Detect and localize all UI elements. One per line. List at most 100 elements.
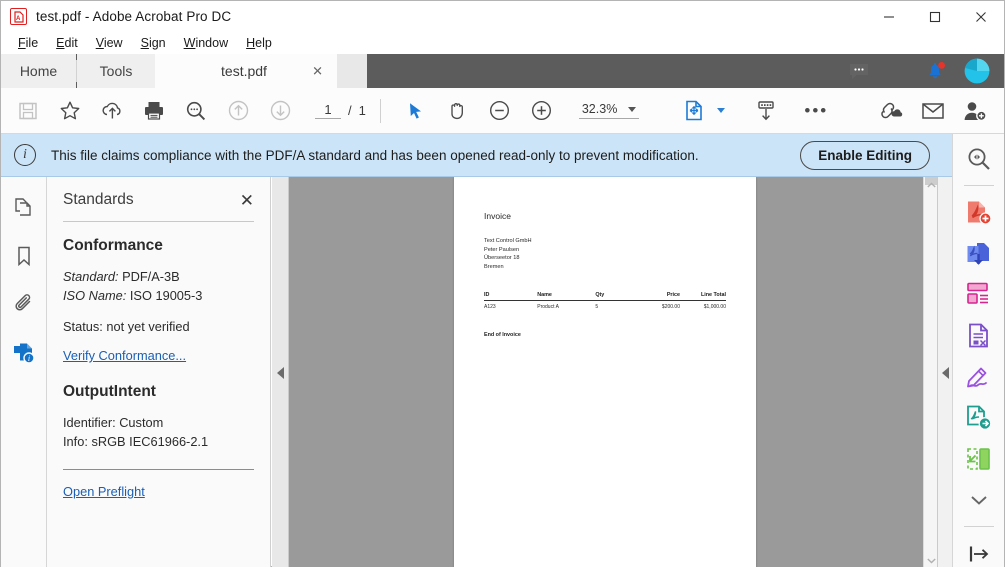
menu-edit[interactable]: Edit [47,34,87,52]
close-icon[interactable]: ✕ [312,65,323,78]
print-icon[interactable] [137,94,171,128]
page-navigation: 1 / 1 [315,102,366,119]
organize-pages-icon[interactable] [962,280,996,309]
page-number-input[interactable]: 1 [315,102,341,119]
prepare-form-icon[interactable] [962,321,996,350]
identifier-row: Identifier: Custom [63,415,164,431]
minimize-button[interactable] [866,1,912,32]
acrobat-window: A test.pdf - Adobe Acrobat Pro DC File E… [0,0,1005,567]
open-preflight-link[interactable]: Open Preflight [63,484,145,499]
scroll-down-icon[interactable] [924,552,938,567]
toolbar-right-group [870,94,1004,128]
compare-files-icon[interactable] [962,444,996,473]
next-page-icon[interactable] [263,94,297,128]
tab-strip: Home Tools test.pdf ✕ [1,54,367,88]
create-pdf-icon[interactable] [962,198,996,227]
table-header-row: ID Name Qty Price Line Total [484,292,726,301]
pdf-document-icon: A [10,8,27,25]
document-scrollbar[interactable] [923,177,937,567]
tab-tools[interactable]: Tools [77,54,155,88]
tab-document[interactable]: test.pdf ✕ [155,54,337,88]
notification-message: This file claims compliance with the PDF… [51,147,699,163]
page-fit-group[interactable] [673,94,726,128]
menu-help[interactable]: Help [237,34,281,52]
page-fit-icon[interactable] [677,94,711,128]
invoice-address: Text Control GmbH Peter Paulsen Überseet… [484,237,726,272]
notifications-bell-icon[interactable] [926,61,946,82]
cloud-upload-icon[interactable] [95,94,129,128]
address-line: Text Control GmbH [484,238,532,244]
svg-text:A: A [16,16,21,22]
star-icon[interactable] [53,94,87,128]
comment-icon[interactable] [849,62,869,80]
chevron-down-icon[interactable] [717,108,726,113]
help-icon[interactable]: ? [887,61,908,82]
collapse-panel-icon[interactable] [962,539,996,567]
window-title: test.pdf - Adobe Acrobat Pro DC [36,9,232,24]
iso-name-label: ISO Name: [63,287,127,303]
send-for-signature-icon[interactable] [962,403,996,432]
cell-id: A123 [484,303,496,310]
standard-value: PDF/A-3B [122,269,180,284]
save-icon[interactable] [11,94,45,128]
document-viewport[interactable]: Invoice Text Control GmbH Peter Paulsen … [272,177,952,567]
tab-strip-end [337,54,367,88]
email-icon[interactable] [916,94,950,128]
close-button[interactable] [958,1,1004,32]
column-header-qty: Qty [595,291,605,298]
user-avatar[interactable] [964,58,990,84]
close-icon[interactable]: ✕ [240,192,254,209]
hand-tool-icon[interactable] [441,94,475,128]
svg-text:i: i [27,354,29,363]
menu-window[interactable]: Window [175,34,237,52]
zoom-in-icon[interactable] [525,94,559,128]
verify-conformance-link[interactable]: Verify Conformance... [63,348,186,363]
standards-panel-header: Standards ✕ [63,177,254,215]
add-user-icon[interactable] [958,94,992,128]
attachments-icon[interactable] [9,289,39,319]
tab-tools-label: Tools [99,63,133,79]
table-row: A123 Product A 5 $200.00 $1,000.00 [484,300,726,310]
maximize-button[interactable] [912,1,958,32]
collapse-navigation-pane-handle[interactable] [272,177,289,567]
column-header-name: Name [537,291,552,298]
chevron-left-icon [941,366,949,379]
standards-icon[interactable]: i [9,337,39,367]
previous-page-icon[interactable] [221,94,255,128]
divider [963,526,994,527]
menu-sign[interactable]: Sign [132,34,175,52]
more-tools-icon[interactable]: ••• [799,94,833,128]
share-link-icon[interactable] [874,94,908,128]
zoom-out-icon[interactable] [483,94,517,128]
select-tool-icon[interactable] [399,94,433,128]
standard-row: Standard: PDF/A-3B [63,268,254,287]
enable-editing-button[interactable]: Enable Editing [800,140,930,170]
pdf-page[interactable]: Invoice Text Control GmbH Peter Paulsen … [454,177,756,567]
fill-and-sign-icon[interactable] [962,362,996,391]
scroll-mode-icon[interactable] [749,94,783,128]
more-tools-chevron-icon[interactable] [962,485,996,514]
address-line: Peter Paulsen [484,246,520,253]
menu-view[interactable]: View [87,34,132,52]
tab-home-label: Home [19,63,58,79]
column-header-price: Price [666,291,680,298]
output-intent-details: Identifier: Custom Info: sRGB IEC61966-2… [63,414,254,451]
scroll-up-icon[interactable] [924,177,938,193]
preflight-search-icon[interactable] [962,144,996,173]
conformance-heading: Conformance [63,237,163,254]
search-icon[interactable] [179,94,213,128]
tab-home[interactable]: Home [1,54,76,88]
page-thumbnails-icon[interactable] [9,193,39,223]
export-pdf-icon[interactable] [962,239,996,268]
conformance-status: Status: not yet verified [63,319,190,335]
title-bar: A test.pdf - Adobe Acrobat Pro DC [1,1,1004,32]
toolbar-divider [379,98,381,123]
zoom-level-value: 32.3% [581,102,618,116]
window-controls [866,1,1004,32]
invoice-table: ID Name Qty Price Line Total A123 Produc… [484,292,726,310]
collapse-tools-pane-handle[interactable] [937,177,952,567]
zoom-level-selector[interactable]: 32.3% [578,102,640,119]
menu-file[interactable]: File [9,34,47,52]
bookmarks-icon[interactable] [9,241,39,271]
tools-pane-rail [952,134,1004,567]
